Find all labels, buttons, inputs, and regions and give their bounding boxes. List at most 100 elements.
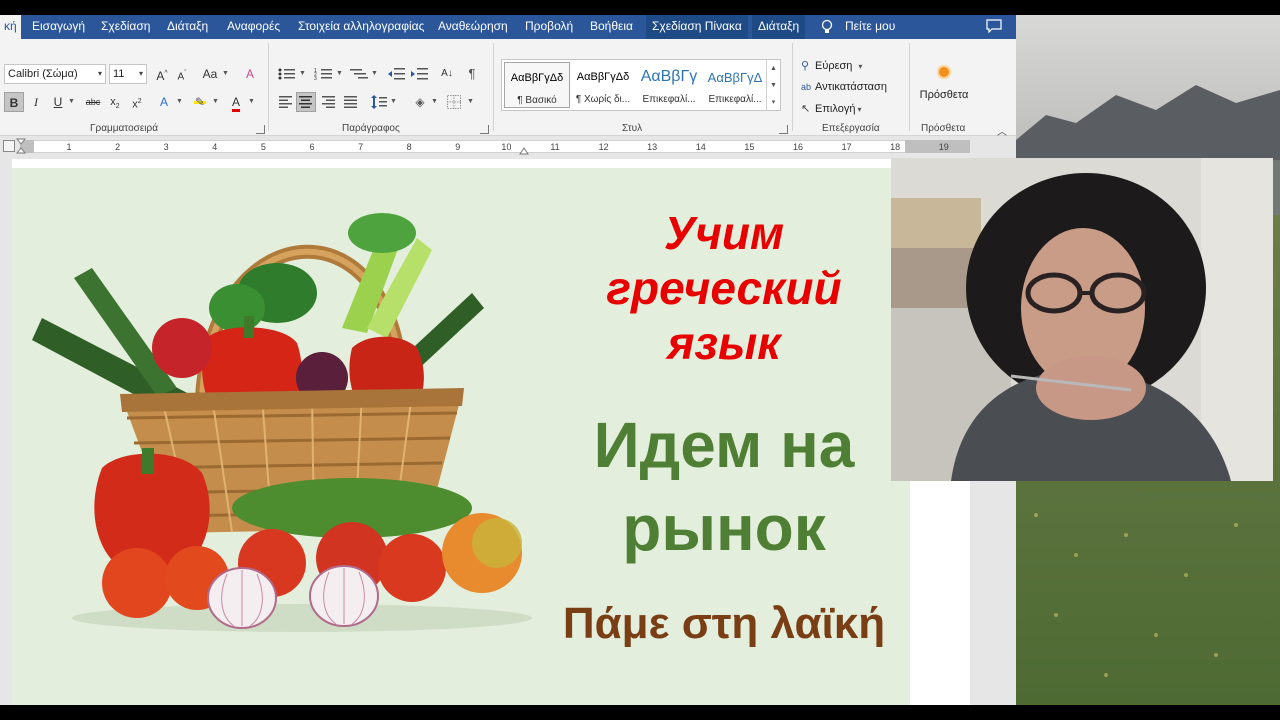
chevron-down-icon[interactable]: ▼ [176, 98, 183, 105]
align-center-button[interactable] [296, 92, 316, 112]
cursor-icon: ↖ [801, 103, 811, 115]
clear-formatting-icon[interactable]: A [240, 64, 260, 84]
style-name: Επικεφαλί... [708, 94, 762, 105]
shading-icon[interactable]: ◈ [410, 92, 430, 112]
tab-home[interactable]: κή [0, 15, 21, 39]
indent-marker-icon[interactable] [16, 138, 26, 156]
decrease-indent-icon[interactable] [388, 67, 406, 81]
right-indent-marker-icon[interactable] [519, 145, 529, 155]
style-no-spacing[interactable]: ΑαΒβΓγΔδ ¶ Χωρίς δι... [570, 62, 636, 108]
font-color-icon[interactable]: A [226, 92, 246, 112]
document-area[interactable]: Учим греческий язык Идем на рынок Πάμε σ… [0, 155, 1016, 705]
increase-indent-icon[interactable] [411, 67, 429, 81]
tell-me-box[interactable]: Πείτε μου [845, 15, 895, 39]
chevron-down-icon[interactable]: ▼ [212, 98, 219, 105]
align-center-icon [299, 96, 312, 108]
line-spacing-icon[interactable] [371, 95, 387, 109]
select-button[interactable]: ↖ Επιλογή ▾ [801, 102, 861, 115]
strikethrough-button[interactable]: abc [83, 92, 103, 112]
ruler-number: 19 [938, 142, 949, 152]
tab-references[interactable]: Αναφορές [227, 15, 280, 39]
bold-button[interactable]: B [4, 92, 24, 112]
subscript-button[interactable]: x2 [105, 92, 125, 112]
ruler-number: 1 [66, 142, 72, 152]
divider [792, 43, 793, 131]
style-name: ¶ Χωρίς δι... [575, 94, 631, 105]
scroll-down-icon[interactable]: ▼ [766, 77, 780, 94]
italic-button[interactable]: I [26, 92, 46, 112]
grow-font-icon[interactable]: A^ [152, 64, 172, 84]
shrink-font-icon[interactable]: Aˇ [172, 64, 192, 84]
style-heading-2[interactable]: ΑαΒβΓγΔ Επικεφαλί... [702, 62, 768, 108]
justify-icon[interactable] [344, 96, 358, 108]
more-styles-icon[interactable]: ▾ [766, 94, 780, 111]
find-button[interactable]: ⚲ Εύρεση ▾ [801, 59, 862, 72]
superscript-button[interactable]: x2 [127, 92, 147, 112]
chevron-down-icon[interactable]: ▼ [68, 98, 75, 105]
sort-icon[interactable]: A↓ [437, 64, 457, 84]
ruler-number: 16 [792, 142, 803, 152]
tab-insert[interactable]: Εισαγωγή [32, 15, 85, 39]
editing-group-label: Επεξεργασία [822, 123, 880, 134]
underline-button[interactable]: U [48, 92, 68, 112]
addins-button[interactable]: Πρόσθετα [914, 63, 974, 113]
tab-help[interactable]: Βοήθεια [590, 15, 633, 39]
tab-layout[interactable]: Διάταξη [167, 15, 208, 39]
style-heading-1[interactable]: ΑαΒβΓγ Επικεφαλί... [636, 62, 702, 108]
replace-button[interactable]: ab Αντικατάσταση [801, 81, 887, 93]
font-name-select[interactable]: Calibri (Σώμα) ▾ [4, 64, 106, 84]
align-left-icon[interactable] [279, 96, 293, 108]
ribbon: Calibri (Σώμα) ▾ 11 ▾ A^ Aˇ Aa ▼ A B I U ▼… [0, 39, 1016, 138]
highlight-icon[interactable]: ✎ [190, 92, 210, 112]
change-case-icon[interactable]: Aa [200, 64, 220, 84]
chevron-down-icon[interactable]: ▼ [431, 98, 438, 105]
styles-dialog-launcher-icon[interactable] [779, 125, 788, 134]
comment-icon[interactable] [986, 19, 1002, 33]
divider [268, 43, 269, 131]
style-sample: ΑαΒβΓγΔδ [576, 71, 630, 83]
style-name: Επικεφαλί... [642, 94, 696, 105]
divider [909, 43, 910, 131]
ruler-number: 11 [550, 142, 560, 152]
style-normal[interactable]: ΑαΒβΓγΔδ ¶ Βασικό [504, 62, 570, 108]
ribbon-tab-bar: κή Εισαγωγή Σχεδίαση Διάταξη Αναφορές Στ… [0, 15, 1016, 39]
borders-icon[interactable] [447, 95, 461, 109]
paragraph-group-label: Παράγραφος [342, 123, 400, 134]
addins-group-label: Πρόσθετα [921, 123, 966, 134]
scroll-up-icon[interactable]: ▲ [766, 60, 780, 77]
chevron-down-icon[interactable]: ▼ [222, 70, 229, 77]
chevron-down-icon[interactable]: ▼ [248, 98, 255, 105]
style-sample: ΑαΒβΓγ [640, 68, 698, 85]
multilevel-list-icon[interactable] [350, 67, 370, 81]
tab-mailings[interactable]: Στοιχεία αλληλογραφίας [298, 15, 424, 39]
font-size-select[interactable]: 11 ▾ [109, 64, 147, 84]
tab-view[interactable]: Προβολή [525, 15, 573, 39]
ruler-number: 17 [841, 142, 852, 152]
slide-title-russian: Учим греческий язык [606, 207, 842, 370]
font-dialog-launcher-icon[interactable] [256, 125, 265, 134]
numbering-icon[interactable]: 123 [314, 67, 334, 81]
tab-table-design[interactable]: Σχεδίαση Πίνακα [646, 15, 748, 39]
chevron-down-icon[interactable]: ▼ [336, 70, 343, 77]
ruler-number: 13 [647, 142, 658, 152]
show-marks-icon[interactable]: ¶ [462, 64, 482, 84]
chevron-down-icon[interactable]: ▼ [467, 98, 474, 105]
collapse-ribbon-icon[interactable]: ︿ [997, 123, 1007, 138]
chevron-down-icon[interactable]: ▼ [299, 70, 306, 77]
lightbulb-icon [821, 19, 833, 33]
style-sample: ΑαΒβΓγΔδ [510, 72, 564, 84]
tab-design[interactable]: Σχεδίαση [101, 15, 150, 39]
horizontal-ruler[interactable]: 1 2 3 4 5 6 7 8 9 10 11 12 13 14 15 16 17 18 19 [0, 137, 1016, 155]
document-page[interactable]: Учим греческий язык Идем на рынок Πάμε σ… [12, 159, 970, 705]
tab-table-layout[interactable]: Διάταξη [752, 15, 806, 39]
screen: κή Εισαγωγή Σχεδίαση Διάταξη Αναφορές Στ… [0, 0, 1280, 720]
bullets-icon[interactable] [277, 67, 297, 81]
tab-selector-icon[interactable] [3, 140, 15, 152]
text-effects-icon[interactable]: A [154, 92, 174, 112]
ruler-number: 8 [406, 142, 412, 152]
chevron-down-icon[interactable]: ▼ [390, 98, 397, 105]
tab-review[interactable]: Αναθεώρηση [438, 15, 508, 39]
paragraph-dialog-launcher-icon[interactable] [480, 125, 489, 134]
chevron-down-icon[interactable]: ▼ [371, 70, 378, 77]
align-right-icon[interactable] [322, 96, 336, 108]
